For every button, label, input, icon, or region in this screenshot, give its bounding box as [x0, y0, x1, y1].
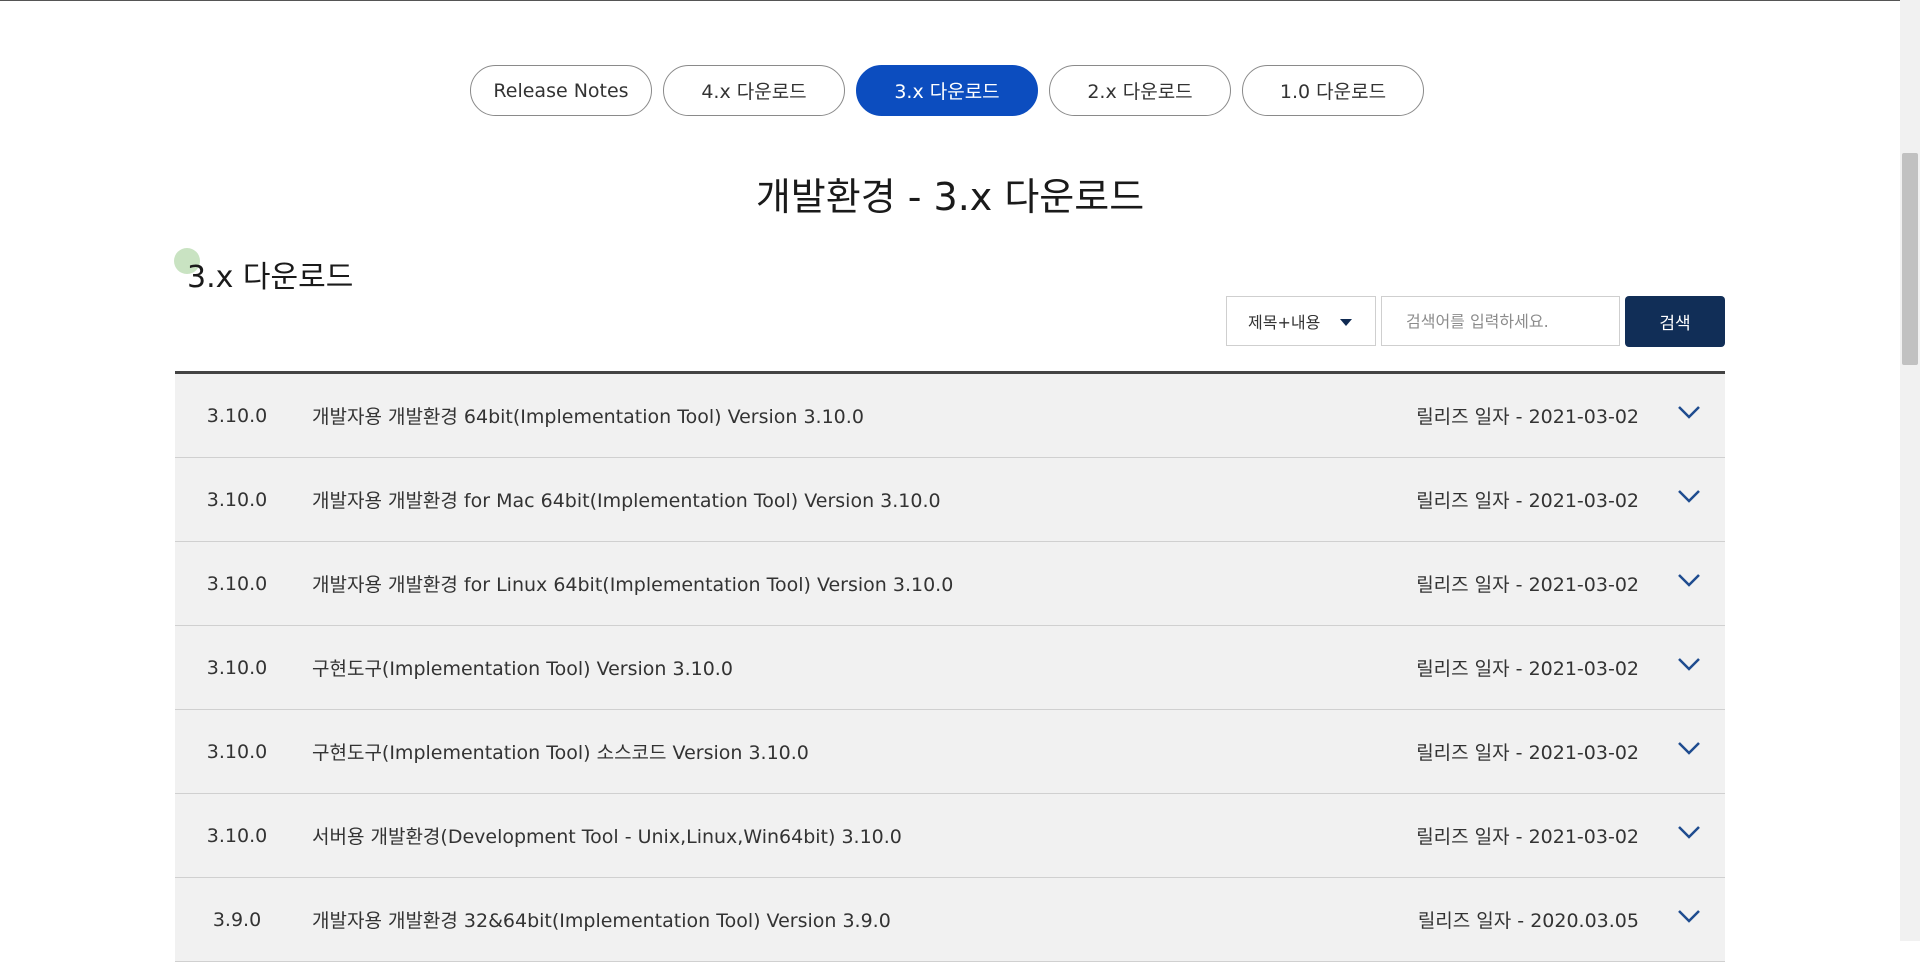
section-title: 3.x 다운로드	[187, 260, 354, 295]
row-version: 3.9.0	[212, 908, 262, 931]
chevron-down-icon[interactable]	[1677, 489, 1701, 503]
tab-3x-download[interactable]: 3.x 다운로드	[856, 65, 1038, 116]
row-version: 3.10.0	[206, 740, 268, 763]
download-row[interactable]: 3.10.0 개발자용 개발환경 for Mac 64bit(Implement…	[175, 458, 1725, 542]
row-title[interactable]: 구현도구(Implementation Tool) 소스코드 Version 3…	[312, 738, 809, 765]
row-title[interactable]: 개발자용 개발환경 for Mac 64bit(Implementation T…	[312, 486, 941, 513]
row-release-date: 릴리즈 일자 - 2021-03-02	[1416, 406, 1639, 428]
row-release-date: 릴리즈 일자 - 2021-03-02	[1416, 574, 1639, 596]
caret-down-icon	[1340, 319, 1352, 326]
page-scrollbar-track[interactable]	[1900, 0, 1920, 941]
page-title: 개발환경 - 3.x 다운로드	[755, 175, 1145, 219]
row-version: 3.10.0	[206, 404, 268, 427]
chevron-down-icon[interactable]	[1677, 741, 1701, 755]
search-input[interactable]	[1381, 296, 1620, 346]
search-button[interactable]: 검색	[1625, 296, 1725, 347]
chevron-down-icon[interactable]	[1677, 909, 1701, 923]
tab-1-0-download[interactable]: 1.0 다운로드	[1242, 65, 1424, 116]
row-release-date: 릴리즈 일자 - 2020.03.05	[1417, 910, 1639, 932]
search-scope-value: 제목+내용	[1248, 313, 1321, 332]
top-border	[0, 0, 1920, 1]
download-row[interactable]: 3.10.0 개발자용 개발환경 64bit(Implementation To…	[175, 374, 1725, 458]
chevron-down-icon[interactable]	[1677, 573, 1701, 587]
row-version: 3.10.0	[206, 656, 268, 679]
tab-4x-download[interactable]: 4.x 다운로드	[663, 65, 845, 116]
chevron-down-icon[interactable]	[1677, 825, 1701, 839]
chevron-down-icon[interactable]	[1677, 657, 1701, 671]
row-release-date: 릴리즈 일자 - 2021-03-02	[1416, 490, 1639, 512]
row-title[interactable]: 개발자용 개발환경 64bit(Implementation Tool) Ver…	[312, 402, 864, 429]
tab-2x-download[interactable]: 2.x 다운로드	[1049, 65, 1231, 116]
row-release-date: 릴리즈 일자 - 2021-03-02	[1416, 742, 1639, 764]
row-title[interactable]: 개발자용 개발환경 32&64bit(Implementation Tool) …	[312, 906, 891, 933]
row-version: 3.10.0	[206, 824, 268, 847]
row-version: 3.10.0	[206, 572, 268, 595]
download-list: 3.10.0 개발자용 개발환경 64bit(Implementation To…	[175, 371, 1725, 962]
download-row[interactable]: 3.10.0 구현도구(Implementation Tool) Version…	[175, 626, 1725, 710]
row-release-date: 릴리즈 일자 - 2021-03-02	[1416, 826, 1639, 848]
row-release-date: 릴리즈 일자 - 2021-03-02	[1416, 658, 1639, 680]
download-row[interactable]: 3.9.0 개발자용 개발환경 32&64bit(Implementation …	[175, 878, 1725, 962]
row-title[interactable]: 구현도구(Implementation Tool) Version 3.10.0	[312, 654, 733, 681]
row-title[interactable]: 개발자용 개발환경 for Linux 64bit(Implementation…	[312, 570, 953, 597]
row-version: 3.10.0	[206, 488, 268, 511]
row-title[interactable]: 서버용 개발환경(Development Tool - Unix,Linux,W…	[312, 822, 902, 849]
download-row[interactable]: 3.10.0 서버용 개발환경(Development Tool - Unix,…	[175, 794, 1725, 878]
chevron-down-icon[interactable]	[1677, 405, 1701, 419]
page-scrollbar-thumb[interactable]	[1902, 153, 1918, 365]
version-tabs: Release Notes 4.x 다운로드 3.x 다운로드 2.x 다운로드…	[470, 65, 1424, 117]
search-scope-select[interactable]: 제목+내용	[1226, 296, 1376, 346]
tab-release-notes[interactable]: Release Notes	[470, 65, 652, 116]
download-row[interactable]: 3.10.0 구현도구(Implementation Tool) 소스코드 Ve…	[175, 710, 1725, 794]
download-row[interactable]: 3.10.0 개발자용 개발환경 for Linux 64bit(Impleme…	[175, 542, 1725, 626]
